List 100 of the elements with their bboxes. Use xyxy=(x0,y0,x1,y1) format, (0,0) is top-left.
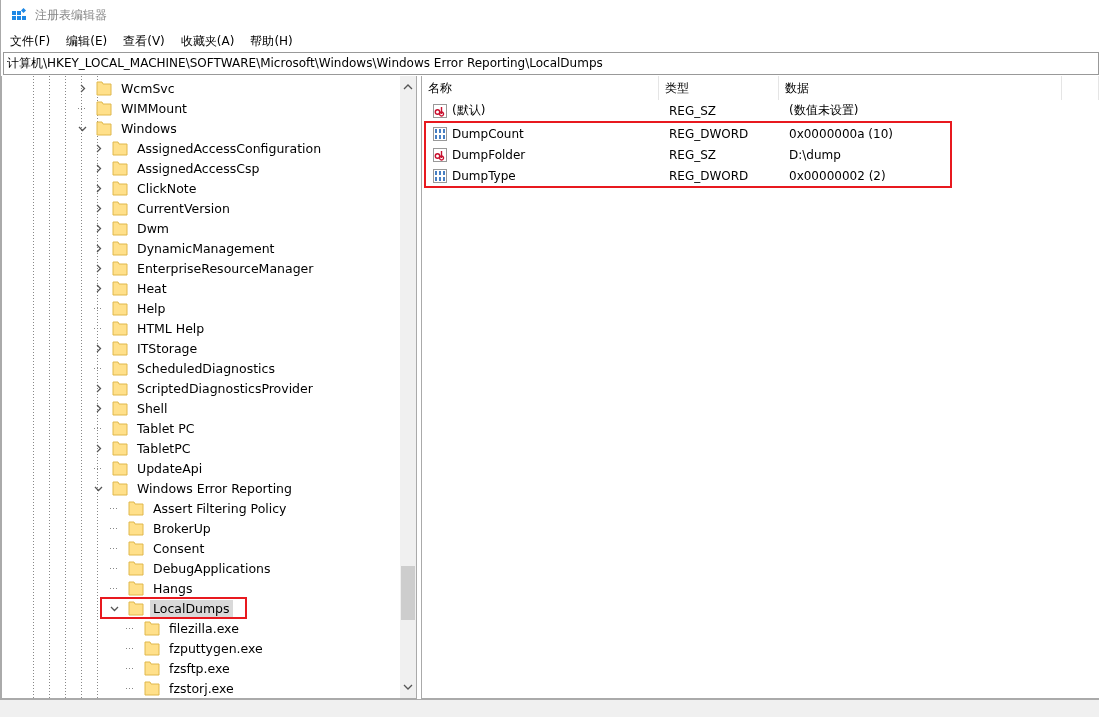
folder-icon xyxy=(112,300,128,316)
folder-icon xyxy=(112,200,128,216)
tree-item[interactable]: WcmSvc xyxy=(118,79,178,97)
tree-connector-icon xyxy=(126,687,134,689)
tree-item[interactable]: filezilla.exe xyxy=(166,619,242,637)
folder-icon xyxy=(144,660,160,676)
column-header[interactable]: 数据 xyxy=(779,76,1062,100)
address-field[interactable]: 计算机\HKEY_LOCAL_MACHINE\SOFTWARE\Microsoft\Windows\Windows Error Reporting\LocalDumps xyxy=(3,52,1099,75)
scroll-down-icon[interactable] xyxy=(403,682,413,692)
folder-icon xyxy=(112,260,128,276)
tree-connector-icon xyxy=(110,547,118,549)
binary-value-icon xyxy=(432,125,448,142)
tree-connector-icon xyxy=(94,327,102,329)
string-value-icon xyxy=(432,146,448,163)
folder-icon xyxy=(144,640,160,656)
menu-item[interactable]: 收藏夹(A) xyxy=(175,30,240,52)
column-header[interactable]: 名称 xyxy=(422,76,659,100)
value-name[interactable]: (默认) xyxy=(428,102,665,119)
value-data: D:\dump xyxy=(788,147,842,162)
value-name[interactable]: DumpFolder xyxy=(428,146,665,163)
tree-connector-icon xyxy=(110,587,118,589)
tree-item[interactable]: Heat xyxy=(134,279,170,297)
folder-icon xyxy=(112,400,128,416)
tree-item[interactable]: Windows Error Reporting xyxy=(134,479,295,497)
folder-icon xyxy=(112,180,128,196)
value-data: (数值未设置) xyxy=(788,102,860,119)
folder-icon xyxy=(128,520,144,536)
value-type: REG_DWORD xyxy=(668,168,750,183)
tree-item[interactable]: AssignedAccessConfiguration xyxy=(134,139,325,157)
tree-connector-icon xyxy=(126,647,134,649)
tree-connector-icon xyxy=(126,667,134,669)
scroll-thumb[interactable] xyxy=(401,566,415,620)
folder-icon xyxy=(112,280,128,296)
value-data: 0x00000002 (2) xyxy=(788,168,887,183)
tree-item[interactable]: TabletPC xyxy=(134,439,194,457)
folder-icon xyxy=(128,560,144,576)
tree-item[interactable]: ScheduledDiagnostics xyxy=(134,359,278,377)
tree-item[interactable]: ClickNote xyxy=(134,179,200,197)
tree-connector-icon xyxy=(110,567,118,569)
folder-icon xyxy=(96,100,112,116)
tree-item[interactable]: WIMMount xyxy=(118,99,190,117)
tree-item[interactable]: Dwm xyxy=(134,219,173,237)
menu-item[interactable]: 编辑(E) xyxy=(61,30,113,52)
scrollbar[interactable] xyxy=(400,76,416,698)
folder-icon xyxy=(96,120,112,136)
folder-icon xyxy=(112,320,128,336)
tree-item[interactable]: fzputtygen.exe xyxy=(166,639,266,657)
tree-item[interactable]: Tablet PC xyxy=(134,419,198,437)
folder-icon xyxy=(112,460,128,476)
tree-connector-icon xyxy=(94,427,102,429)
folder-icon xyxy=(128,500,144,516)
folder-icon xyxy=(128,540,144,556)
folder-icon xyxy=(112,480,128,496)
tree-connector-icon xyxy=(126,627,134,629)
value-name[interactable]: DumpType xyxy=(428,167,665,184)
folder-icon xyxy=(112,240,128,256)
folder-icon xyxy=(112,220,128,236)
tree-connector-icon xyxy=(78,107,86,109)
tree-connector-icon xyxy=(110,507,118,509)
scroll-up-icon[interactable] xyxy=(403,82,413,92)
tree-item[interactable]: Help xyxy=(134,299,169,317)
tree-item[interactable]: Assert Filtering Policy xyxy=(150,499,290,517)
folder-icon xyxy=(144,620,160,636)
folder-icon xyxy=(128,580,144,596)
tree-item[interactable]: EnterpriseResourceManager xyxy=(134,259,317,277)
value-name[interactable]: DumpCount xyxy=(428,125,665,142)
tree-item[interactable]: CurrentVersion xyxy=(134,199,233,217)
folder-icon xyxy=(144,680,160,696)
tree-item[interactable]: Windows xyxy=(118,119,180,137)
tree-item[interactable]: fzstorj.exe xyxy=(166,679,237,697)
tree-item[interactable]: fzsftp.exe xyxy=(166,659,233,677)
folder-icon xyxy=(112,380,128,396)
tree-item[interactable]: AssignedAccessCsp xyxy=(134,159,263,177)
string-value-icon xyxy=(432,102,448,119)
menu-item[interactable]: 帮助(H) xyxy=(245,30,298,52)
tree-item[interactable]: Shell xyxy=(134,399,171,417)
folder-icon xyxy=(112,440,128,456)
tree-item[interactable]: DebugApplications xyxy=(150,559,274,577)
value-type: REG_SZ xyxy=(668,147,718,162)
tree-item[interactable]: DynamicManagement xyxy=(134,239,278,257)
tree-item[interactable]: LocalDumps xyxy=(150,599,233,617)
tree-item[interactable]: BrokerUp xyxy=(150,519,214,537)
folder-icon xyxy=(112,360,128,376)
tree-item[interactable]: Consent xyxy=(150,539,208,557)
tree-connector-icon xyxy=(94,367,102,369)
tree-item[interactable]: ITStorage xyxy=(134,339,201,357)
app-icon xyxy=(11,7,27,23)
column-header[interactable]: 类型 xyxy=(659,76,779,100)
tree-item[interactable]: UpdateApi xyxy=(134,459,206,477)
tree-item[interactable]: ScriptedDiagnosticsProvider xyxy=(134,379,316,397)
folder-icon xyxy=(128,600,144,616)
tree-item[interactable]: Hangs xyxy=(150,579,196,597)
value-type: REG_SZ xyxy=(668,103,718,118)
value-type: REG_DWORD xyxy=(668,126,750,141)
folder-icon xyxy=(112,340,128,356)
binary-value-icon xyxy=(432,167,448,184)
tree-item[interactable]: HTML Help xyxy=(134,319,208,337)
menu-item[interactable]: 查看(V) xyxy=(118,30,170,52)
menu-item[interactable]: 文件(F) xyxy=(5,30,56,52)
folder-icon xyxy=(112,420,128,436)
